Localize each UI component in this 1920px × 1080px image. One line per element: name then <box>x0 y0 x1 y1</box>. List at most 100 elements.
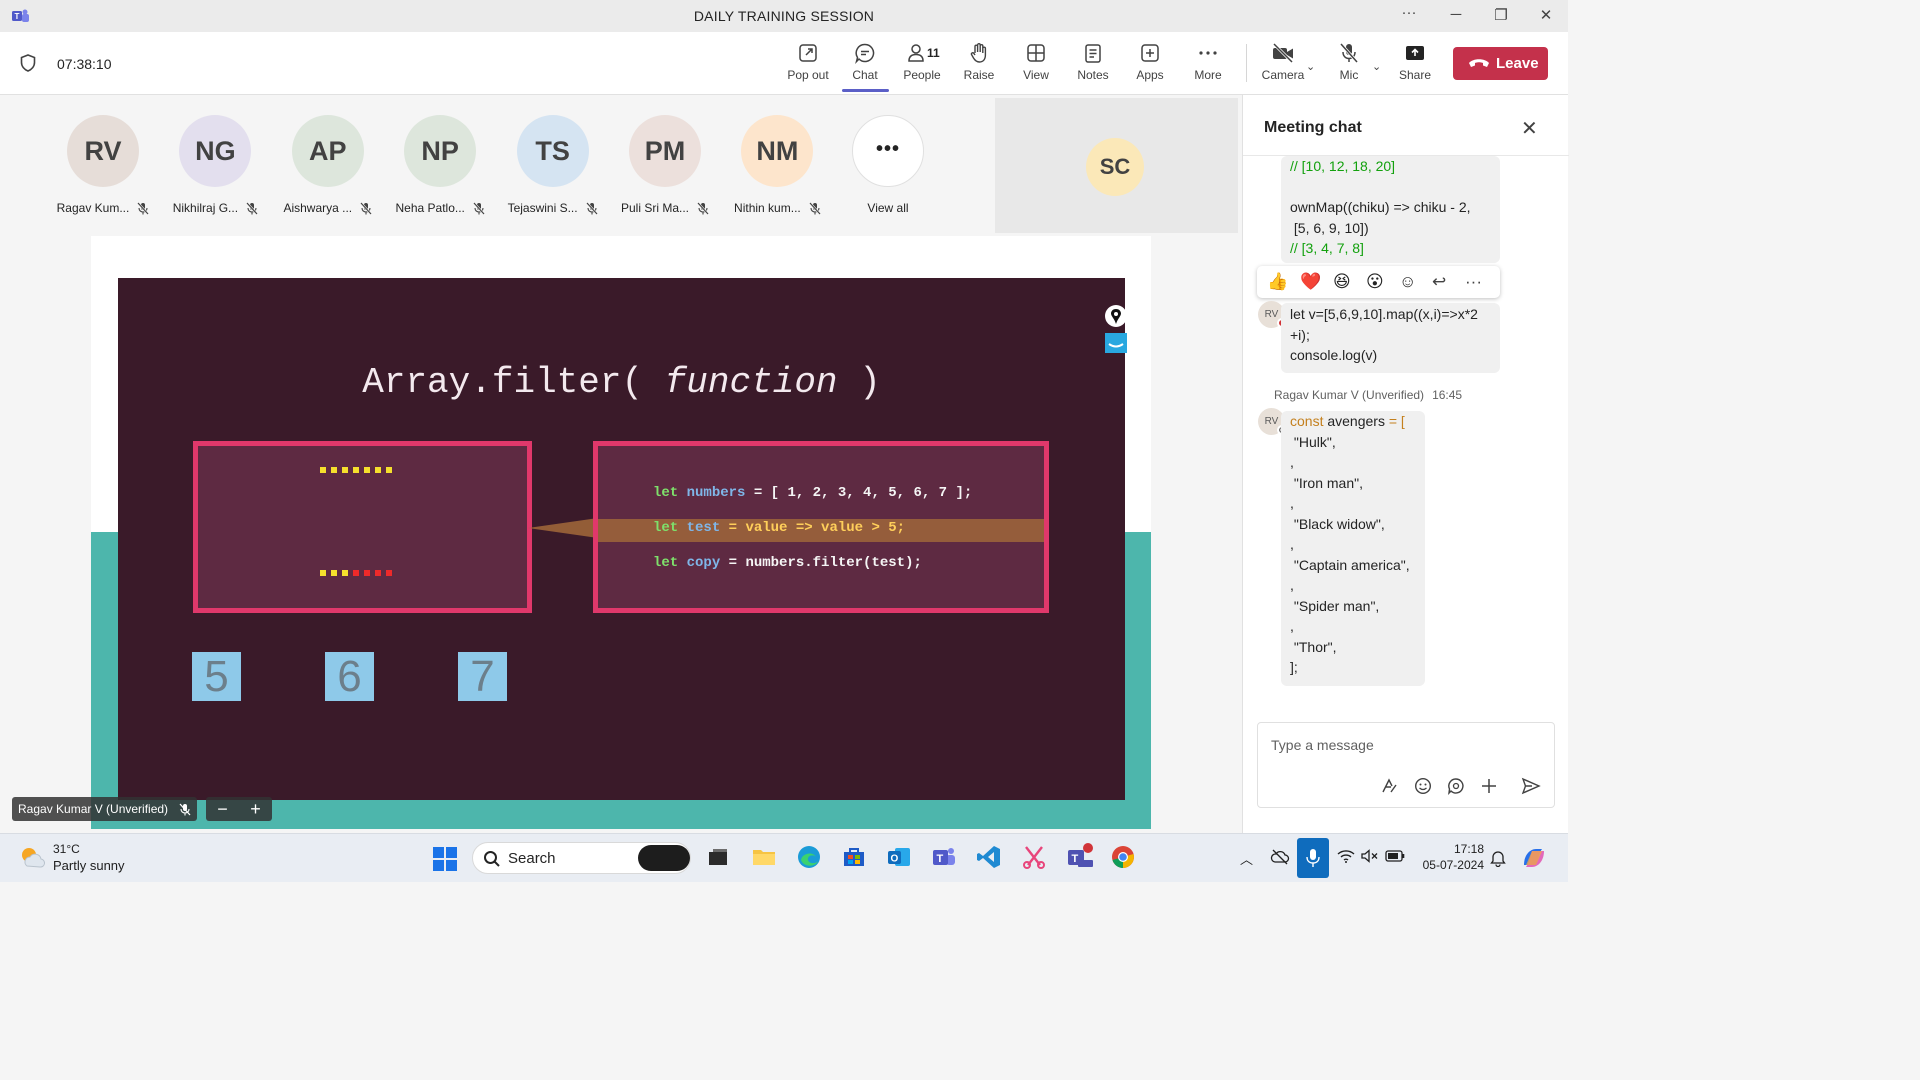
raise-hand-button[interactable]: Raise <box>951 42 1007 90</box>
emoji-icon[interactable] <box>1414 777 1432 795</box>
highlight-beam <box>528 518 598 538</box>
minimize-button[interactable]: ─ <box>1446 6 1466 23</box>
taskbar-search[interactable]: Search <box>472 842 691 874</box>
participant-name: Nikhilraj G... <box>172 201 239 215</box>
like-reaction-icon[interactable]: 👍 <box>1267 272 1288 292</box>
chat-line: // [10, 12, 18, 20] <box>1290 158 1396 174</box>
wifi-icon[interactable] <box>1337 849 1355 863</box>
notifications-bell-icon[interactable] <box>1490 849 1506 867</box>
search-label: Search <box>508 850 556 867</box>
participant-tile[interactable]: NP Neha Patlo... <box>384 115 496 216</box>
share-button[interactable]: Share <box>1387 42 1443 90</box>
notes-button[interactable]: Notes <box>1065 42 1121 90</box>
participant-tile[interactable]: NG Nikhilraj G... <box>159 115 271 216</box>
participant-tile[interactable]: RV Ragav Kum... <box>47 115 159 216</box>
vscode-icon[interactable] <box>975 843 1003 871</box>
more-button[interactable]: More <box>1180 42 1236 90</box>
participant-tile[interactable]: NM Nithin kum... <box>721 115 833 216</box>
file-explorer-icon[interactable] <box>750 843 778 871</box>
more-actions-icon[interactable]: ··· <box>1465 272 1482 292</box>
edge-browser-icon[interactable] <box>795 843 823 871</box>
meeting-chat-panel: Meeting chat ✕ // [10, 12, 18, 20] ownMa… <box>1242 95 1569 833</box>
participant-name-row: Puli Sri Ma... <box>609 201 721 216</box>
show-hidden-icons-chevron[interactable]: ︿ <box>1240 849 1253 868</box>
clock-time: 17:18 <box>1453 842 1484 856</box>
close-window-button[interactable]: ✕ <box>1536 6 1556 24</box>
participant-name-row: Neha Patlo... <box>384 201 496 216</box>
windows-start-icon[interactable] <box>433 847 457 871</box>
camera-options-chevron-icon[interactable]: ⌄ <box>1306 60 1315 73</box>
teams-icon[interactable]: T <box>930 843 958 871</box>
teams-new-icon[interactable]: T <box>1065 843 1093 871</box>
chat-line: const avengers = [ <box>1290 413 1405 429</box>
microsoft-store-icon[interactable] <box>840 843 868 871</box>
participant-tile[interactable]: PM Puli Sri Ma... <box>609 115 721 216</box>
message-compose-box[interactable]: Type a message <box>1257 722 1555 808</box>
code-line-1: let numbers = [ 1, 2, 3, 4, 5, 6, 7 ]; <box>653 485 973 501</box>
pop-out-label: Pop out <box>787 68 829 82</box>
muted-mic-icon <box>472 202 485 216</box>
view-label: View <box>1023 68 1049 82</box>
add-reaction-icon[interactable]: ☺ <box>1399 272 1416 292</box>
svg-text:T: T <box>937 853 944 865</box>
view-all-label: View all <box>867 201 909 215</box>
code-line-3: let copy = numbers.filter(test); <box>653 555 922 571</box>
mic-options-chevron-icon[interactable]: ⌄ <box>1372 60 1381 73</box>
laugh-reaction-icon[interactable]: 😆 <box>1333 272 1351 292</box>
reply-icon[interactable]: ↩ <box>1432 272 1446 292</box>
chat-panel-title: Meeting chat <box>1264 119 1362 136</box>
cloud-offline-icon[interactable] <box>1270 849 1290 865</box>
loop-component-icon[interactable] <box>1447 777 1465 795</box>
slide-pointer-controls[interactable] <box>1104 305 1130 355</box>
chat-line: +i); <box>1290 326 1310 343</box>
view-grid-icon <box>1027 44 1045 62</box>
zoom-in-button[interactable]: + <box>239 797 272 821</box>
chat-line: [5, 6, 9, 10]) <box>1290 219 1369 236</box>
more-options-icon[interactable]: ··· <box>1399 4 1419 21</box>
taskbar-clock[interactable]: 17:18 05-07-2024 <box>1418 841 1484 873</box>
chrome-icon[interactable] <box>1109 843 1137 871</box>
snipping-tool-icon[interactable] <box>1020 843 1048 871</box>
hang-up-icon <box>1469 59 1489 67</box>
copilot-icon[interactable] <box>1520 845 1548 871</box>
sender-name: Ragav Kumar V (Unverified) <box>1274 388 1425 402</box>
chat-line: console.log(v) <box>1290 347 1378 363</box>
close-chat-icon[interactable]: ✕ <box>1521 116 1538 141</box>
more-ellipsis-icon <box>1199 51 1217 55</box>
people-button[interactable]: 11 People <box>894 42 950 90</box>
partly-sunny-icon <box>22 848 45 868</box>
participant-name: Ragav Kum... <box>56 201 130 215</box>
format-text-icon[interactable] <box>1380 777 1398 795</box>
message-input[interactable]: Type a message <box>1271 737 1374 753</box>
chat-message: // [10, 12, 18, 20] ownMap((chiku) => ch… <box>1281 156 1500 263</box>
chat-line: , <box>1290 454 1294 470</box>
shield-icon <box>20 54 36 72</box>
mic-button[interactable]: Mic <box>1321 42 1377 90</box>
battery-icon[interactable] <box>1385 849 1405 863</box>
chat-icon <box>855 43 875 64</box>
chat-button[interactable]: Chat <box>837 42 893 90</box>
task-view-icon[interactable] <box>704 843 732 871</box>
participant-avatar: TS <box>516 115 589 187</box>
chat-line <box>1290 177 1491 198</box>
apps-button[interactable]: Apps <box>1122 42 1178 90</box>
camera-button[interactable]: Camera <box>1255 42 1311 90</box>
send-icon[interactable] <box>1521 777 1541 795</box>
view-all-button[interactable]: ••• View all <box>832 115 944 215</box>
participant-tile[interactable]: AP Aishwarya ... <box>272 115 384 216</box>
chat-line: // [3, 4, 7, 8] <box>1290 240 1364 256</box>
volume-muted-icon[interactable] <box>1361 849 1379 863</box>
leave-button[interactable]: Leave <box>1453 47 1548 80</box>
surprised-reaction-icon[interactable]: 😮 <box>1366 272 1384 292</box>
zoom-out-button[interactable]: − <box>206 797 239 821</box>
microphone-in-use-indicator[interactable] <box>1297 838 1329 878</box>
spotlight-tile[interactable]: SC <box>995 98 1238 233</box>
restore-button[interactable]: ❐ <box>1491 6 1511 24</box>
view-button[interactable]: View <box>1008 42 1064 90</box>
attach-plus-icon[interactable] <box>1480 777 1498 795</box>
spotlight-avatar: SC <box>1086 138 1144 196</box>
outlook-icon[interactable]: O <box>885 843 913 871</box>
heart-reaction-icon[interactable]: ❤️ <box>1300 272 1321 292</box>
pop-out-button[interactable]: Pop out <box>780 42 836 90</box>
participant-tile[interactable]: TS Tejaswini S... <box>497 115 609 216</box>
